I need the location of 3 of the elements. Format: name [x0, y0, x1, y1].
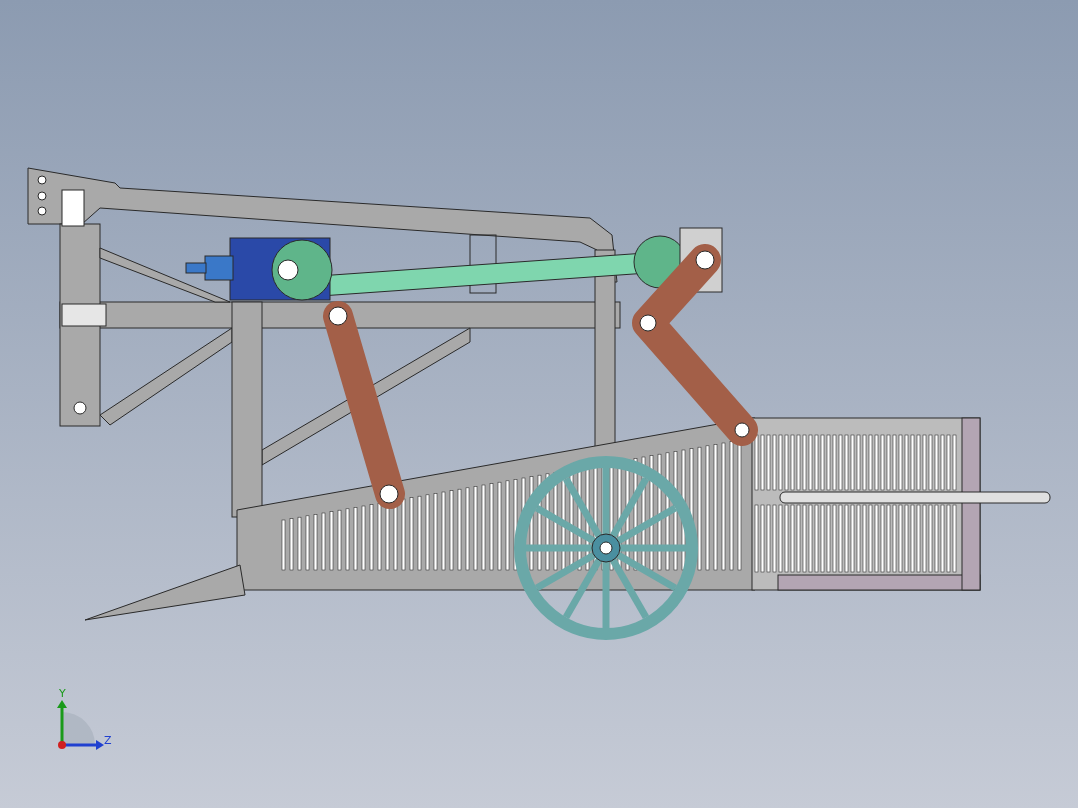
z-axis-label: Z — [104, 734, 112, 747]
axis-triad-icon — [57, 700, 104, 750]
y-axis-label: Y — [59, 687, 66, 700]
